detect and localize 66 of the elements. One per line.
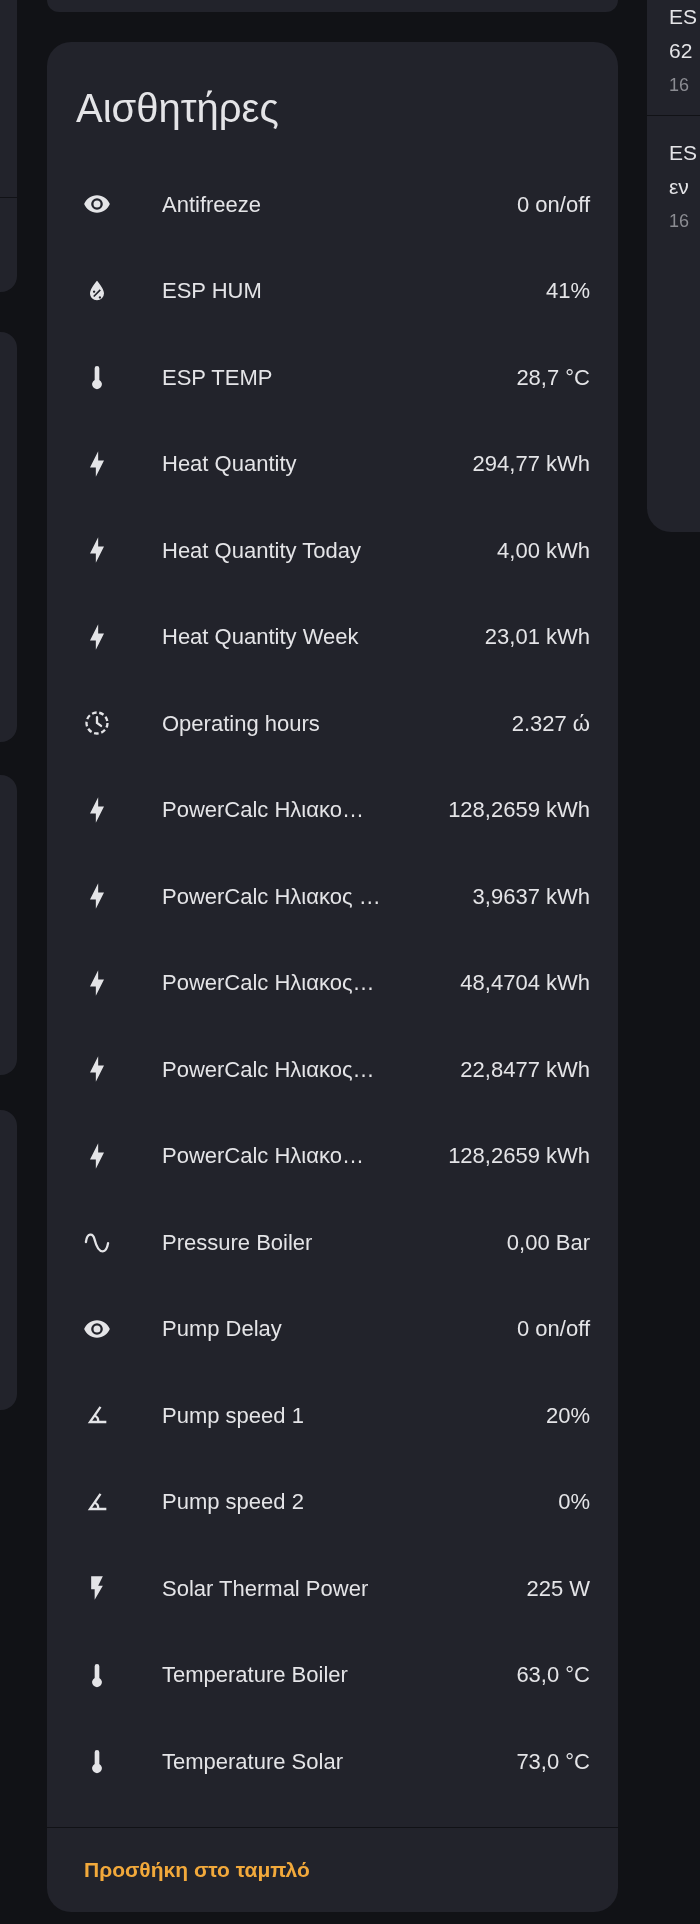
sensor-row[interactable]: PowerCalc Ηλιακος … 3,9637 kWh xyxy=(47,853,618,940)
entry-time: 16 xyxy=(669,74,691,97)
sensor-row[interactable]: Pump speed 2 0% xyxy=(47,1458,618,1545)
sensor-row[interactable]: Pump Delay 0 on/off xyxy=(47,1285,618,1372)
sensor-name: Temperature Solar xyxy=(162,1747,343,1776)
sensor-value: 0 on/off xyxy=(516,190,590,219)
sensor-row[interactable]: PowerCalc Ηλιακο… 128,2659 kWh xyxy=(47,766,618,853)
sensor-value: 2.327 ώ xyxy=(510,709,590,738)
sensor-row[interactable]: ESP TEMP 28,7 °C xyxy=(47,334,618,421)
sensor-name: Solar Thermal Power xyxy=(162,1574,369,1603)
sensor-value: 73,0 °C xyxy=(515,1747,590,1776)
sensor-name: Temperature Boiler xyxy=(162,1661,348,1690)
sensor-row[interactable]: PowerCalc Ηλιακος… 48,4704 kWh xyxy=(47,939,618,1026)
sensor-name: Heat Quantity Week xyxy=(162,623,359,652)
sensor-name: Operating hours xyxy=(162,709,320,738)
sensor-value: 0,00 Bar xyxy=(505,1228,590,1257)
sensor-value: 63,0 °C xyxy=(515,1661,590,1690)
sensor-row[interactable]: Antifreeze 0 on/off xyxy=(47,161,618,248)
clock-icon xyxy=(83,709,111,738)
card-title: Αισθητήρες xyxy=(75,85,280,132)
sensor-name: Antifreeze xyxy=(162,190,262,219)
entry-title: ES xyxy=(669,4,698,30)
sensor-row[interactable]: Heat Quantity Today 4,00 kWh xyxy=(47,507,618,594)
sensor-value: 41% xyxy=(544,277,590,306)
sensor-row[interactable]: PowerCalc Ηλιακος… 22,8477 kWh xyxy=(47,1026,618,1113)
entry-text: 62 xyxy=(669,38,694,64)
sensor-name: Pressure Boiler xyxy=(162,1228,313,1257)
sensor-row[interactable]: PowerCalc Ηλιακο… 128,2659 kWh xyxy=(47,1112,618,1199)
sensor-name: PowerCalc Ηλιακος … xyxy=(162,882,381,911)
sensor-row[interactable]: Heat Quantity Week 23,01 kWh xyxy=(47,593,618,680)
sensor-row[interactable]: Pressure Boiler 0,00 Bar xyxy=(47,1199,618,1286)
sensor-value: 23,01 kWh xyxy=(483,623,590,652)
sensor-value: 22,8477 kWh xyxy=(459,1055,590,1084)
entry-title: ES xyxy=(669,140,698,166)
sensor-value: 4,00 kWh xyxy=(496,536,590,565)
add-to-dashboard-link[interactable]: Προσθήκη στο ταμπλό xyxy=(84,1853,310,1886)
sensor-name: PowerCalc Ηλιακο… xyxy=(162,796,364,825)
sensor-name: Pump speed 2 xyxy=(162,1488,304,1517)
sensor-value: 128,2659 kWh xyxy=(447,796,590,825)
sensor-value: 0% xyxy=(557,1488,590,1517)
sensor-row[interactable]: Temperature Solar 73,0 °C xyxy=(47,1718,618,1805)
sensor-row[interactable]: Operating hours 2.327 ώ xyxy=(47,680,618,767)
entry-time: 16 xyxy=(669,210,691,233)
sensor-row[interactable]: Temperature Boiler 63,0 °C xyxy=(47,1631,618,1718)
sensor-row[interactable]: Solar Thermal Power 225 W xyxy=(47,1545,618,1632)
sensor-name: PowerCalc Ηλιακος… xyxy=(162,1055,375,1084)
sensor-value: 128,2659 kWh xyxy=(447,1142,590,1171)
sensor-name: PowerCalc Ηλιακος… xyxy=(162,969,375,998)
sensor-name: ESP HUM xyxy=(162,277,262,306)
sensor-row[interactable]: ESP HUM 41% xyxy=(47,247,618,334)
sensor-value: 20% xyxy=(544,1401,590,1430)
sensor-name: Heat Quantity xyxy=(162,450,297,479)
sensor-value: 0 on/off xyxy=(516,1315,590,1344)
entry-text: εν xyxy=(669,174,690,200)
sensor-row[interactable]: Pump speed 1 20% xyxy=(47,1372,618,1459)
sensor-row[interactable]: Heat Quantity 294,77 kWh xyxy=(47,420,618,507)
sensor-name: Pump Delay xyxy=(162,1315,282,1344)
sensor-name: Heat Quantity Today xyxy=(162,536,361,565)
sensor-value: 225 W xyxy=(525,1574,590,1603)
sensor-name: Pump speed 1 xyxy=(162,1401,304,1430)
sensor-value: 3,9637 kWh xyxy=(471,882,590,911)
sensor-value: 48,4704 kWh xyxy=(459,969,590,998)
sensor-name: ESP TEMP xyxy=(162,363,273,392)
sensor-name: PowerCalc Ηλιακο… xyxy=(162,1142,364,1171)
sensor-value: 294,77 kWh xyxy=(471,450,590,479)
sensor-value: 28,7 °C xyxy=(515,363,590,392)
